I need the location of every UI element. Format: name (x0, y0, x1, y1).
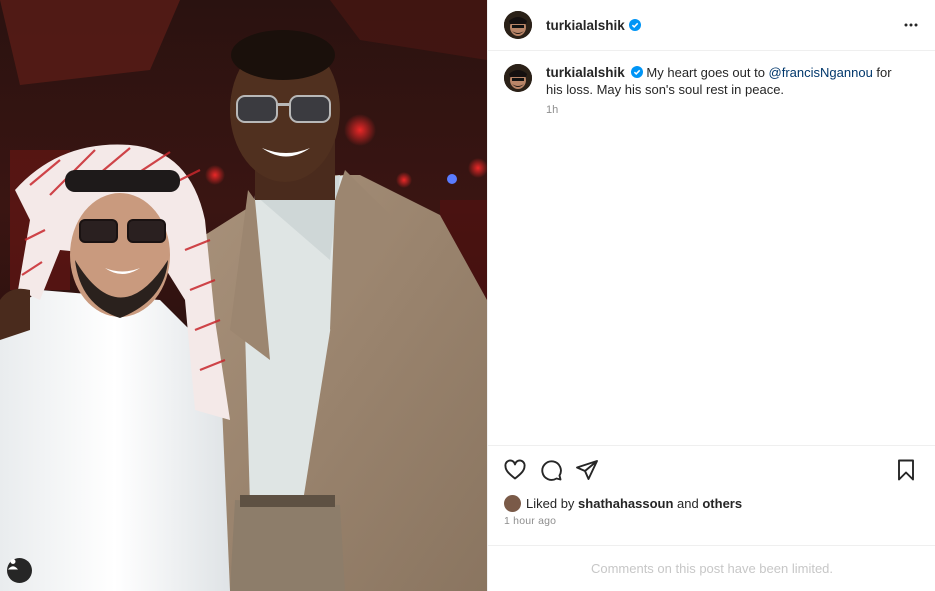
author-username[interactable]: turkialalshik (546, 18, 625, 33)
caption-username[interactable]: turkialalshik (546, 65, 625, 80)
instagram-post: turkialalshik turkialalshik My heart goe… (0, 0, 935, 591)
caption-avatar[interactable] (504, 64, 532, 92)
user-tag-icon (8, 559, 18, 570)
post-photo[interactable] (0, 0, 487, 591)
photo-illustration (0, 0, 487, 591)
heart-icon[interactable] (503, 458, 527, 482)
caption-time: 1h (546, 104, 559, 116)
caption-body: turkialalshik My heart goes out to @fran… (546, 64, 906, 116)
caption: turkialalshik My heart goes out to @fran… (504, 64, 924, 116)
verified-badge-icon (628, 19, 641, 31)
post-header: turkialalshik (488, 0, 935, 51)
liked-by-and: and (677, 496, 699, 511)
avatar-image (504, 64, 532, 92)
author-avatar[interactable] (504, 11, 532, 39)
liked-by-user-link[interactable]: shathahassoun (578, 496, 673, 511)
post-side-panel: turkialalshik turkialalshik My heart goe… (487, 0, 935, 591)
comment-bubble-icon[interactable] (539, 458, 563, 482)
more-options-button[interactable] (900, 14, 922, 36)
comments-limited-notice: Comments on this post have been limited. (488, 545, 935, 591)
liked-by: Liked by shathahassoun and others (504, 495, 742, 512)
caption-mention-link[interactable]: @francisNgannou (769, 65, 873, 80)
liked-by-others-link[interactable]: others (702, 496, 742, 511)
caption-before: My heart goes out to (646, 65, 769, 80)
liker-avatar[interactable] (504, 495, 521, 512)
liked-by-prefix: Liked by (526, 496, 575, 511)
more-dots-icon (904, 23, 918, 27)
avatar-image (504, 11, 532, 39)
verified-badge-icon (630, 66, 643, 78)
bookmark-icon[interactable] (894, 458, 918, 482)
user-tags-button[interactable] (7, 558, 32, 583)
caption-text: turkialalshik My heart goes out to @fran… (546, 64, 906, 98)
paper-plane-icon[interactable] (575, 458, 599, 482)
action-bar (488, 445, 935, 491)
post-time-ago[interactable]: 1 hour ago (504, 515, 556, 527)
